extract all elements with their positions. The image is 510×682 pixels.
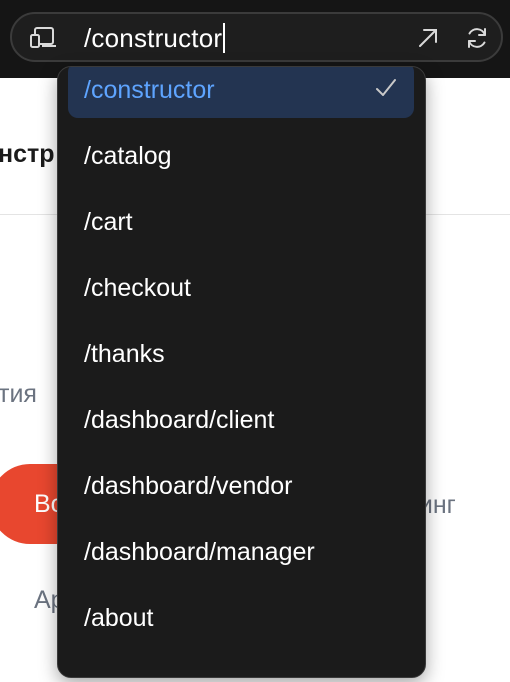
route-item-label: /dashboard/client (84, 406, 275, 434)
route-item-thanks[interactable]: /thanks (68, 326, 414, 382)
route-item-dashboard-vendor[interactable]: /dashboard/vendor (68, 458, 414, 514)
route-item-cart[interactable]: /cart (68, 194, 414, 250)
route-item-catalog[interactable]: /catalog (68, 128, 414, 184)
route-item-checkout[interactable]: /checkout (68, 260, 414, 316)
text-caret (223, 23, 226, 53)
route-item-label: /dashboard/manager (84, 538, 315, 566)
route-item-about[interactable]: /about (68, 590, 414, 646)
address-bar[interactable]: /constructor (10, 12, 503, 62)
route-item-label: /cart (84, 208, 133, 236)
reload-icon[interactable] (464, 25, 490, 51)
route-item-label: /thanks (84, 340, 165, 368)
route-item-constructor[interactable]: /constructor (68, 67, 414, 118)
route-item-label: /dashboard/vendor (84, 472, 293, 500)
route-item-dashboard-manager[interactable]: /dashboard/manager (68, 524, 414, 580)
route-item-label: /constructor (84, 76, 215, 104)
route-dropdown[interactable]: /constructor /catalog /cart /checkout /t… (57, 66, 426, 678)
url-input-text: /constructor (84, 23, 223, 53)
url-input[interactable]: /constructor (84, 23, 226, 53)
devices-icon[interactable] (30, 26, 58, 48)
page-tab-fragment[interactable]: тия (0, 380, 37, 409)
route-item-dashboard-client[interactable]: /dashboard/client (68, 392, 414, 448)
route-item-partial[interactable] (68, 656, 414, 677)
open-external-icon[interactable] (416, 26, 440, 50)
route-item-label: /catalog (84, 142, 172, 170)
check-icon (374, 76, 398, 100)
route-item-label: /about (84, 604, 154, 632)
page-heading-fragment: нстр (0, 140, 55, 168)
route-item-label: /checkout (84, 274, 192, 302)
